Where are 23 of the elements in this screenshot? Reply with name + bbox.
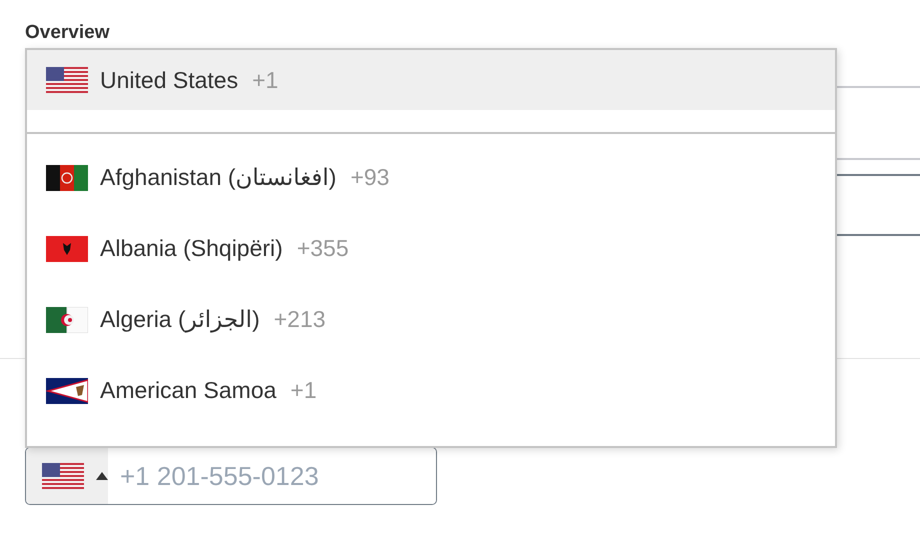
- flag-icon: [46, 378, 88, 404]
- flag-icon: [46, 306, 88, 332]
- caret-icon: [96, 472, 108, 480]
- flag-icon: [46, 164, 88, 190]
- country-option[interactable]: United States +1: [27, 50, 835, 110]
- country-name: American Samoa: [100, 377, 276, 404]
- country-name: Algeria (الجزائر): [100, 306, 260, 333]
- country-name: United States: [100, 66, 238, 94]
- flag-icon: [42, 463, 84, 489]
- section-heading: Overview: [25, 22, 110, 44]
- dial-code: +1: [252, 66, 278, 94]
- country-option[interactable]: Albania (Shqipëri) +355: [27, 213, 835, 284]
- dial-code: +213: [274, 306, 326, 333]
- country-name: Afghanistan (افغانستان): [100, 164, 336, 191]
- flag-icon: [46, 236, 88, 262]
- country-select-button[interactable]: [26, 448, 108, 504]
- flag-icon: [46, 67, 88, 93]
- country-option[interactable]: American Samoa +1: [27, 355, 835, 426]
- country-name: Albania (Shqipëri): [100, 235, 283, 262]
- dial-code: +1: [290, 377, 317, 404]
- dial-code: +355: [296, 235, 349, 262]
- dial-code: +93: [350, 164, 390, 191]
- phone-input[interactable]: +1 201-555-0123: [25, 447, 437, 505]
